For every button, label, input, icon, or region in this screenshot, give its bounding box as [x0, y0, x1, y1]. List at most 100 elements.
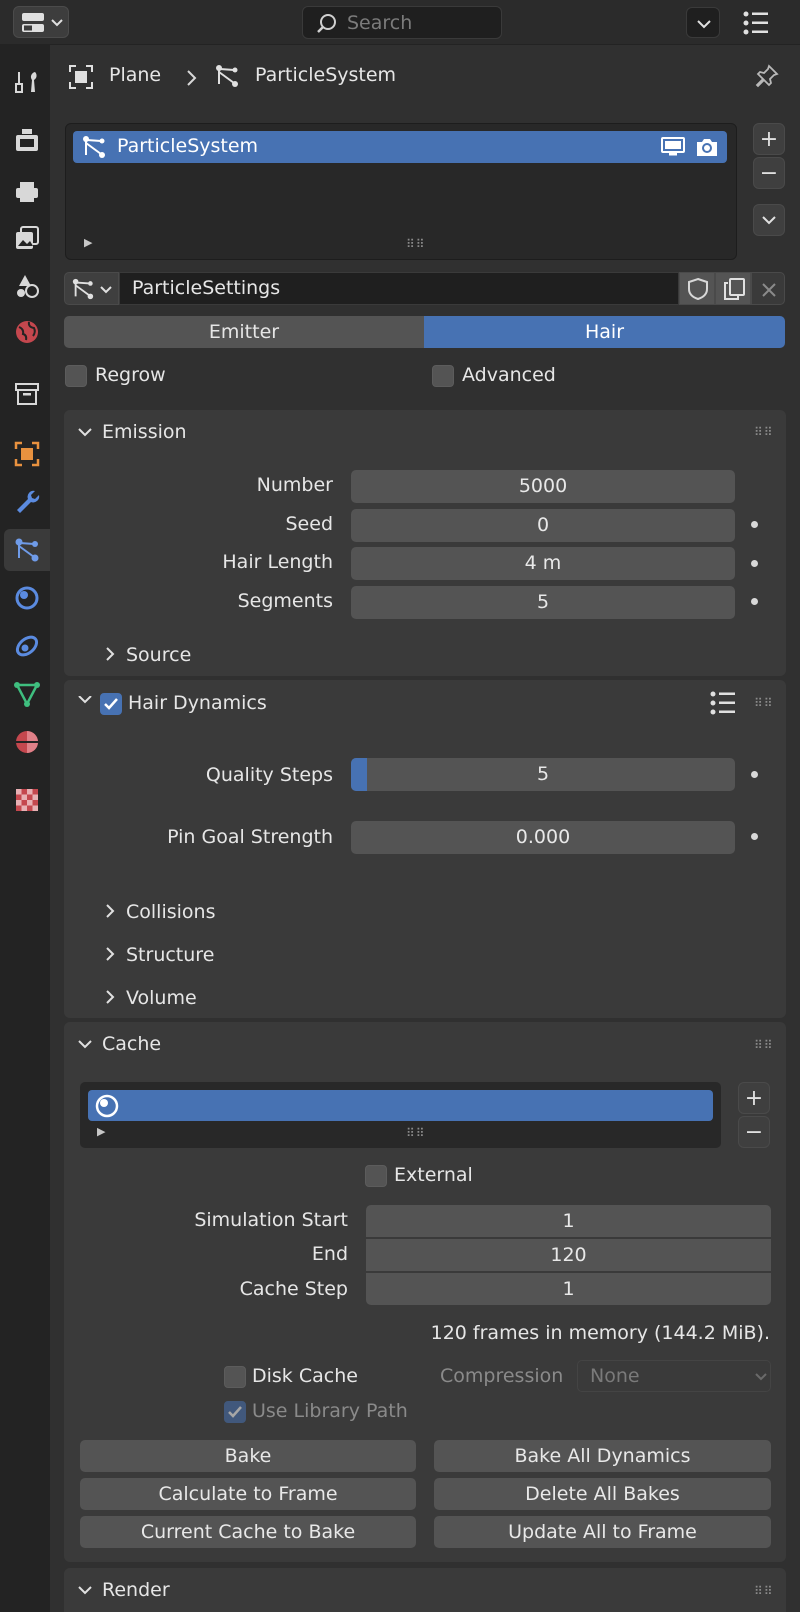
number-label: Number: [256, 474, 333, 496]
delete-all-bakes-button[interactable]: Delete All Bakes: [434, 1478, 771, 1510]
chevron-down-icon[interactable]: [76, 1038, 94, 1052]
bake-all-label: Bake All Dynamics: [514, 1445, 691, 1467]
keyframe-dot-icon[interactable]: [751, 521, 758, 528]
settings-browse-button[interactable]: [64, 272, 119, 305]
drag-handle-icon[interactable]: ⠿⠿: [754, 696, 774, 710]
emission-title[interactable]: Emission: [102, 421, 187, 443]
sim-start-value: 1: [562, 1210, 575, 1232]
tab-material[interactable]: [4, 721, 50, 763]
slider-fill: [351, 758, 367, 791]
current-to-bake-label: Current Cache to Bake: [140, 1521, 356, 1543]
number-field[interactable]: 5000: [351, 470, 735, 503]
tab-texture[interactable]: [4, 779, 50, 821]
bake-button[interactable]: Bake: [80, 1440, 416, 1472]
options-list-icon[interactable]: [742, 10, 772, 36]
remove-cache-button[interactable]: −: [738, 1116, 770, 1148]
tab-tool[interactable]: [4, 61, 50, 103]
monitor-icon[interactable]: [661, 137, 685, 157]
chevron-down-icon[interactable]: [76, 696, 94, 710]
type-emitter-label: Emitter: [208, 321, 280, 343]
hair-dynamics-checkbox[interactable]: [100, 693, 122, 715]
drag-handle-icon[interactable]: ⠿⠿: [754, 1584, 774, 1598]
update-all-to-frame-button[interactable]: Update All to Frame: [434, 1516, 771, 1548]
advanced-checkbox[interactable]: [432, 365, 454, 387]
resize-grip-icon[interactable]: ⠿⠿: [406, 1126, 426, 1140]
tool-icon: [15, 72, 37, 93]
breadcrumb-object: Plane: [109, 64, 162, 86]
type-hair-tab[interactable]: Hair: [424, 316, 785, 348]
calculate-to-frame-button[interactable]: Calculate to Frame: [80, 1478, 416, 1510]
type-emitter-tab[interactable]: Emitter: [64, 316, 424, 348]
render-title[interactable]: Render: [102, 1579, 170, 1601]
regrow-checkbox[interactable]: [65, 365, 87, 387]
tab-particles[interactable]: [4, 529, 50, 571]
collisions-subpanel[interactable]: Collisions: [126, 901, 215, 923]
tab-world[interactable]: [4, 311, 50, 353]
tab-constraints[interactable]: [4, 625, 50, 667]
source-subpanel[interactable]: Source: [126, 644, 191, 666]
camera-icon[interactable]: [695, 136, 719, 158]
settings-name-field[interactable]: ParticleSettings: [119, 272, 679, 305]
drag-handle-icon[interactable]: ⠿⠿: [754, 425, 774, 439]
chevron-right-icon[interactable]: [104, 945, 118, 963]
fake-user-button[interactable]: [679, 272, 715, 305]
resize-grip-icon[interactable]: ⠿⠿: [406, 237, 426, 251]
tab-physics[interactable]: [4, 577, 50, 619]
editor-type-button[interactable]: [13, 6, 69, 38]
tab-object[interactable]: [4, 433, 50, 475]
cache-step-field[interactable]: 1: [366, 1273, 771, 1305]
tab-modifiers[interactable]: [4, 481, 50, 523]
remove-particle-system-button[interactable]: −: [753, 157, 785, 189]
tab-output[interactable]: [4, 171, 50, 213]
tab-view-layer[interactable]: [4, 217, 50, 259]
disk-cache-checkbox[interactable]: [224, 1366, 246, 1388]
current-cache-to-bake-button[interactable]: Current Cache to Bake: [80, 1516, 416, 1548]
tab-collection[interactable]: [4, 373, 50, 415]
use-library-path-checkbox[interactable]: [224, 1401, 246, 1423]
presets-list-icon[interactable]: [709, 690, 737, 716]
chevron-right-icon[interactable]: [104, 988, 118, 1006]
update-all-label: Update All to Frame: [508, 1521, 697, 1543]
add-particle-system-button[interactable]: +: [753, 123, 785, 155]
keyframe-dot-icon[interactable]: [751, 833, 758, 840]
cache-title[interactable]: Cache: [102, 1033, 161, 1055]
search-input[interactable]: Search: [302, 6, 502, 39]
volume-subpanel[interactable]: Volume: [126, 987, 197, 1009]
pin-goal-field[interactable]: 0.000: [351, 821, 735, 854]
drag-handle-icon[interactable]: ⠿⠿: [754, 1038, 774, 1052]
unlink-button[interactable]: [751, 272, 785, 305]
sim-start-field[interactable]: 1: [366, 1205, 771, 1237]
segments-field[interactable]: 5: [351, 586, 735, 619]
keyframe-dot-icon[interactable]: [751, 771, 758, 778]
keyframe-dot-icon[interactable]: [751, 598, 758, 605]
add-cache-button[interactable]: +: [738, 1082, 770, 1114]
cache-step-label: Cache Step: [239, 1278, 348, 1300]
hair-length-field[interactable]: 4 m: [351, 547, 735, 580]
tab-scene[interactable]: [4, 265, 50, 307]
seed-field[interactable]: 0: [351, 509, 735, 542]
list-item[interactable]: ParticleSystem: [73, 131, 727, 163]
structure-subpanel[interactable]: Structure: [126, 944, 214, 966]
bake-all-dynamics-button[interactable]: Bake All Dynamics: [434, 1440, 771, 1472]
hair-dynamics-title[interactable]: Hair Dynamics: [128, 692, 267, 714]
expand-triangle-icon[interactable]: ▶: [97, 1125, 105, 1138]
filter-dropdown-button[interactable]: [686, 7, 720, 38]
chevron-right-icon[interactable]: [104, 902, 118, 920]
list-item[interactable]: [88, 1090, 713, 1121]
end-field[interactable]: 120: [366, 1239, 771, 1271]
quality-steps-slider[interactable]: 5: [351, 758, 735, 791]
chevron-down-icon[interactable]: [76, 1584, 94, 1598]
external-checkbox[interactable]: [365, 1165, 387, 1187]
shield-icon: [688, 277, 708, 301]
pin-icon[interactable]: [754, 63, 780, 89]
tab-render[interactable]: [4, 119, 50, 161]
compression-dropdown[interactable]: None: [577, 1360, 771, 1392]
duplicate-button[interactable]: [715, 272, 751, 305]
chevron-right-icon[interactable]: [104, 645, 118, 663]
chevron-down-icon[interactable]: [76, 426, 94, 440]
keyframe-dot-icon[interactable]: [751, 560, 758, 567]
expand-triangle-icon[interactable]: ▶: [84, 236, 92, 249]
tab-data[interactable]: [4, 673, 50, 715]
specials-menu-button[interactable]: [753, 204, 785, 236]
object-mesh-icon: [69, 65, 93, 89]
